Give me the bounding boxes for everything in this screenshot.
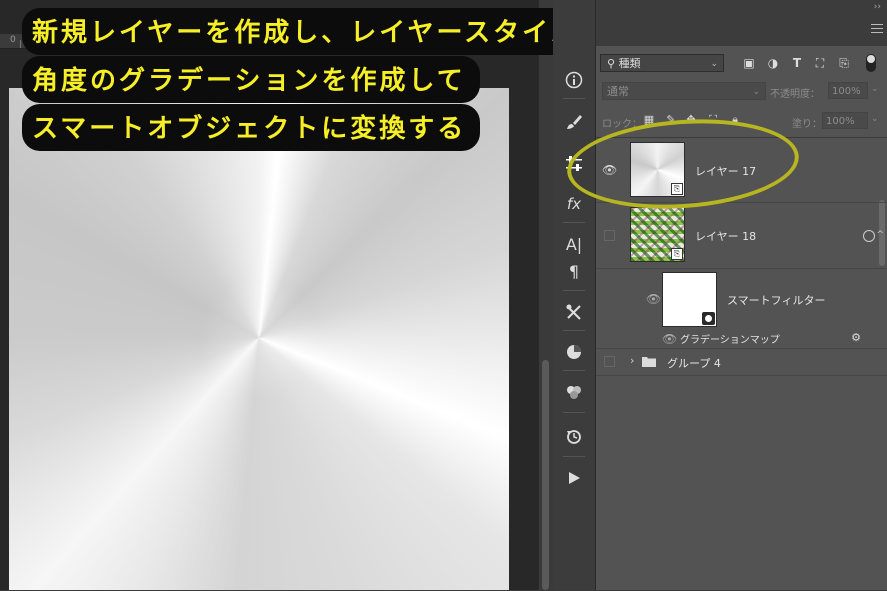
color-icon[interactable]	[559, 338, 589, 366]
tools-icon[interactable]	[559, 298, 589, 326]
smart-filter-row[interactable]: 👁︎ スマートフィルター 👁︎ グラデーションマップ ⚙︎	[596, 268, 887, 348]
caption-line-1: 新規レイヤーを作成し、レイヤースタイルで	[22, 8, 624, 55]
swatches-icon[interactable]	[559, 378, 589, 406]
smart-filter-name[interactable]: スマートフィルター	[727, 292, 825, 308]
visibility-toggle[interactable]	[604, 356, 615, 367]
eye-icon[interactable]: 👁︎	[646, 292, 661, 306]
collapse-panel-icon[interactable]: ››	[874, 2, 881, 12]
gradient-map-filter-name[interactable]: グラデーションマップ	[680, 331, 780, 346]
info-icon[interactable]	[559, 66, 589, 94]
fill-chevron-icon[interactable]: ⌄	[871, 114, 879, 124]
ruler-label: 0	[10, 35, 16, 45]
layer-name[interactable]: レイヤー 18	[695, 228, 756, 244]
document-canvas-angle-gradient[interactable]	[9, 88, 509, 590]
fill-label: 塗り：	[792, 119, 822, 130]
chevron-down-icon: ⌄	[752, 87, 760, 97]
group-name[interactable]: グループ 4	[667, 355, 721, 371]
caption-line-2: 角度のグラデーションを作成して	[22, 56, 480, 103]
blend-opacity-row: 通常 ⌄ 不透明度： 100% ⌄	[596, 82, 887, 102]
tutorial-caption: 新規レイヤーを作成し、レイヤースタイルで 角度のグラデーションを作成して スマー…	[22, 8, 624, 152]
folder-icon	[642, 357, 656, 367]
history-icon[interactable]	[559, 422, 589, 450]
blend-mode-value: 通常	[607, 85, 629, 98]
panel-menu-icon[interactable]	[871, 24, 883, 36]
layer-thumbnail[interactable]: ⎘	[630, 207, 685, 262]
panel-header: ››	[596, 0, 887, 46]
filter-options-icon[interactable]: ⚙︎	[851, 331, 861, 344]
smart-object-filter-icon[interactable]: ⎘	[837, 56, 851, 70]
opacity-chevron-icon[interactable]: ⌄	[871, 84, 879, 94]
caption-line-3: スマートオブジェクトに変換する	[22, 104, 481, 151]
panel-tool-strip: fx A| ¶	[553, 0, 596, 590]
layer-filter-row: ⚲ 種類 ⌄ ▣ ◑ T ⛶ ⎘	[596, 54, 887, 74]
search-icon: ⚲	[607, 57, 616, 70]
play-icon[interactable]	[559, 464, 589, 492]
chevron-up-icon[interactable]: ^	[876, 230, 884, 240]
opacity-label: 不透明度：	[770, 89, 820, 100]
blend-mode-select[interactable]: 通常 ⌄	[602, 82, 766, 100]
filter-selected-value: 種類	[618, 57, 641, 70]
scrollbar-thumb[interactable]	[542, 360, 549, 590]
fill-field[interactable]: 100%	[822, 112, 868, 129]
shape-filter-icon[interactable]: ⛶	[813, 56, 827, 70]
group-row-4[interactable]: › グループ 4	[596, 348, 887, 376]
adjustment-filter-icon[interactable]: ◑	[766, 56, 780, 70]
layer-filter-select[interactable]: ⚲ 種類 ⌄	[600, 54, 724, 72]
pixel-filter-icon[interactable]: ▣	[742, 56, 756, 70]
eye-icon[interactable]: 👁︎	[662, 332, 677, 346]
smart-filter-indicator-icon	[863, 230, 875, 242]
filter-mask-thumbnail[interactable]	[662, 272, 717, 327]
opacity-field[interactable]: 100%	[828, 82, 868, 99]
type-filter-icon[interactable]: T	[790, 56, 804, 70]
layers-panel: ›› ⚲ 種類 ⌄ ▣ ◑ T ⛶ ⎘ 通常 ⌄ 不透明度： 100% ⌄ ロッ…	[596, 0, 887, 590]
character-icon[interactable]: A|	[559, 230, 589, 258]
layer-row-18[interactable]: ⎘ レイヤー 18 ^	[596, 202, 887, 269]
fx-icon[interactable]: fx	[559, 190, 589, 218]
mask-corner-icon	[702, 312, 715, 325]
smart-object-badge-icon: ⎘	[671, 248, 683, 260]
paragraph-icon[interactable]: ¶	[559, 257, 589, 285]
chevron-down-icon: ⌄	[710, 59, 718, 69]
brush-icon[interactable]	[559, 108, 589, 136]
chevron-right-icon[interactable]: ›	[630, 354, 634, 367]
filter-toggle[interactable]	[866, 54, 876, 72]
visibility-toggle[interactable]	[604, 230, 615, 241]
